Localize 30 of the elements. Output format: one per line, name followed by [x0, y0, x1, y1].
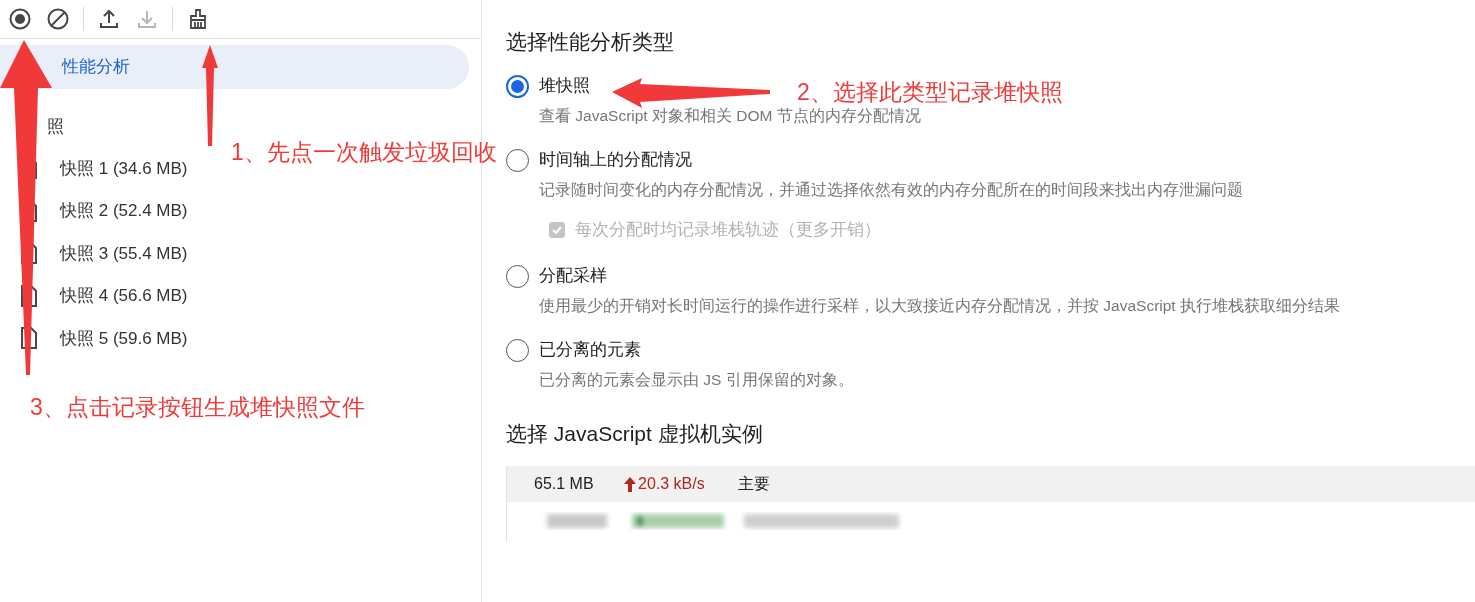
snapshot-item[interactable]: 快照 1 (34.6 MB): [60, 155, 188, 181]
instance-name: 主要: [738, 474, 770, 494]
checkbox-label: 每次分配时均记录堆栈轨迹（更多开销）: [575, 219, 881, 242]
snapshot-item[interactable]: 快照 4 (56.6 MB): [60, 283, 188, 309]
annotation-text: 2、选择此类型记录堆快照: [797, 78, 1063, 107]
section-title: 选择 JavaScript 虚拟机实例: [506, 421, 763, 447]
vm-instance-row[interactable]: 65.1 MB 20.3 kB/s 主要: [507, 466, 1475, 502]
section-title: 照: [47, 116, 64, 139]
clear-icon: [46, 7, 70, 31]
snapshot-item[interactable]: 快照 2 (52.4 MB): [60, 198, 188, 224]
option-description: 已分离的元素会显示由 JS 引用保留的对象。: [538, 370, 854, 390]
section-title: 选择性能分析类型: [506, 29, 674, 55]
option-label[interactable]: 堆快照: [539, 73, 590, 99]
option-label[interactable]: 分配采样: [539, 263, 607, 289]
rate-value: 20.3 kB/s: [638, 474, 706, 494]
option-label[interactable]: 时间轴上的分配情况: [539, 147, 692, 173]
option-description: 使用最少的开销对长时间运行的操作进行采样，以大致接近内存分配情况，并按 JavaScript 执行堆栈获取细分结果: [538, 296, 1340, 316]
record-icon: [8, 7, 32, 31]
annotation-text: 1、先点一次触发垃圾回收: [231, 138, 497, 167]
snapshot-item[interactable]: 快照 3 (55.4 MB): [60, 240, 188, 266]
option-description: 查看 JavaScript 对象和相关 DOM 节点的内存分配情况: [538, 106, 921, 126]
up-arrow-icon: [624, 476, 636, 492]
radio-button[interactable]: [506, 74, 529, 98]
memory-value: 65.1 MB: [534, 474, 595, 494]
profiles-item[interactable]: 性能分析: [0, 45, 469, 89]
annotation-text: 3、点击记录按钮生成堆快照文件: [30, 393, 365, 422]
option-description: 记录随时间变化的内存分配情况，并通过选择依然有效的内存分配所在的时间段来找出内存泄漏问题: [538, 180, 1243, 200]
upload-icon: [97, 7, 121, 31]
option-label[interactable]: 已分离的元素: [539, 337, 641, 363]
snapshot-item[interactable]: 快照 5 (59.6 MB): [60, 325, 188, 351]
